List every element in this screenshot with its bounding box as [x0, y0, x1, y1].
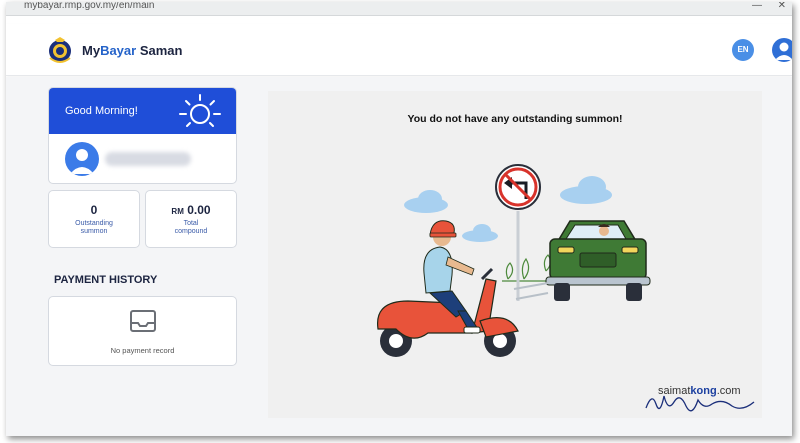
no-payment-text: No payment record [110, 346, 175, 355]
summon-status-panel: You do not have any outstanding summon! [268, 91, 762, 418]
outstanding-summon-card[interactable]: 0 Outstanding summon [48, 190, 140, 248]
greeting-text: Good Morning! [65, 105, 138, 117]
payment-history-title: PAYMENT HISTORY [54, 274, 158, 286]
user-profile-row[interactable] [49, 134, 236, 183]
watermark-accent: kong [690, 385, 717, 397]
brand-accent: Bayar [100, 43, 137, 58]
user-menu-button[interactable] [772, 38, 792, 62]
outstanding-label-line1: Outstanding [75, 220, 113, 227]
screenshot-frame: mybayar.rmp.gov.my/en/main — ✕ MyBayar S… [6, 2, 792, 436]
watermark-text: saimatkong.com [658, 385, 741, 397]
no-summon-message: You do not have any outstanding summon! [407, 113, 623, 125]
traffic-illustration [376, 164, 651, 357]
browser-url-bar[interactable]: mybayar.rmp.gov.my/en/main — ✕ [6, 2, 792, 16]
police-crest-icon[interactable] [46, 36, 74, 64]
scooter-rider-icon [376, 220, 519, 357]
car-icon [513, 220, 651, 301]
watermark-prefix: saimat [658, 385, 691, 397]
total-compound-label: Total compound [146, 220, 236, 236]
user-avatar-icon [65, 142, 99, 176]
greeting-card: Good Morning! [48, 87, 237, 184]
compound-value: 0.00 [187, 203, 211, 217]
watermark: saimatkong.com [642, 382, 772, 422]
close-icon[interactable]: ✕ [778, 2, 786, 11]
minimize-icon[interactable]: — [752, 2, 762, 11]
user-name-redacted [105, 152, 191, 166]
outstanding-summon-label: Outstanding summon [49, 220, 139, 236]
brand-prefix: My [82, 43, 101, 58]
compound-label-line2: compound [174, 228, 208, 235]
outstanding-label-line2: summon [80, 228, 108, 235]
brand-suffix: Saman [136, 43, 183, 58]
sun-icon [179, 94, 221, 127]
total-compound-card[interactable]: RM 0.00 Total compound [145, 190, 237, 248]
outstanding-summon-count: 0 [90, 203, 98, 217]
compound-label-line1: Total [183, 220, 199, 227]
language-button[interactable]: EN [732, 39, 754, 61]
greeting-banner: Good Morning! [49, 88, 236, 134]
payment-history-card: No payment record [48, 296, 237, 366]
browser-url[interactable]: mybayar.rmp.gov.my/en/main [24, 2, 154, 11]
user-icon [775, 42, 792, 60]
app-header: MyBayar Saman EN [6, 24, 792, 76]
inbox-tray-icon [130, 310, 156, 332]
watermark-suffix: .com [716, 385, 741, 397]
total-compound-amount: RM 0.00 [146, 203, 236, 217]
app-brand[interactable]: MyBayar Saman [82, 43, 182, 58]
content-area: Good Morning! 0 Outstanding summon RM 0.… [6, 77, 792, 436]
currency-label: RM [171, 207, 184, 216]
